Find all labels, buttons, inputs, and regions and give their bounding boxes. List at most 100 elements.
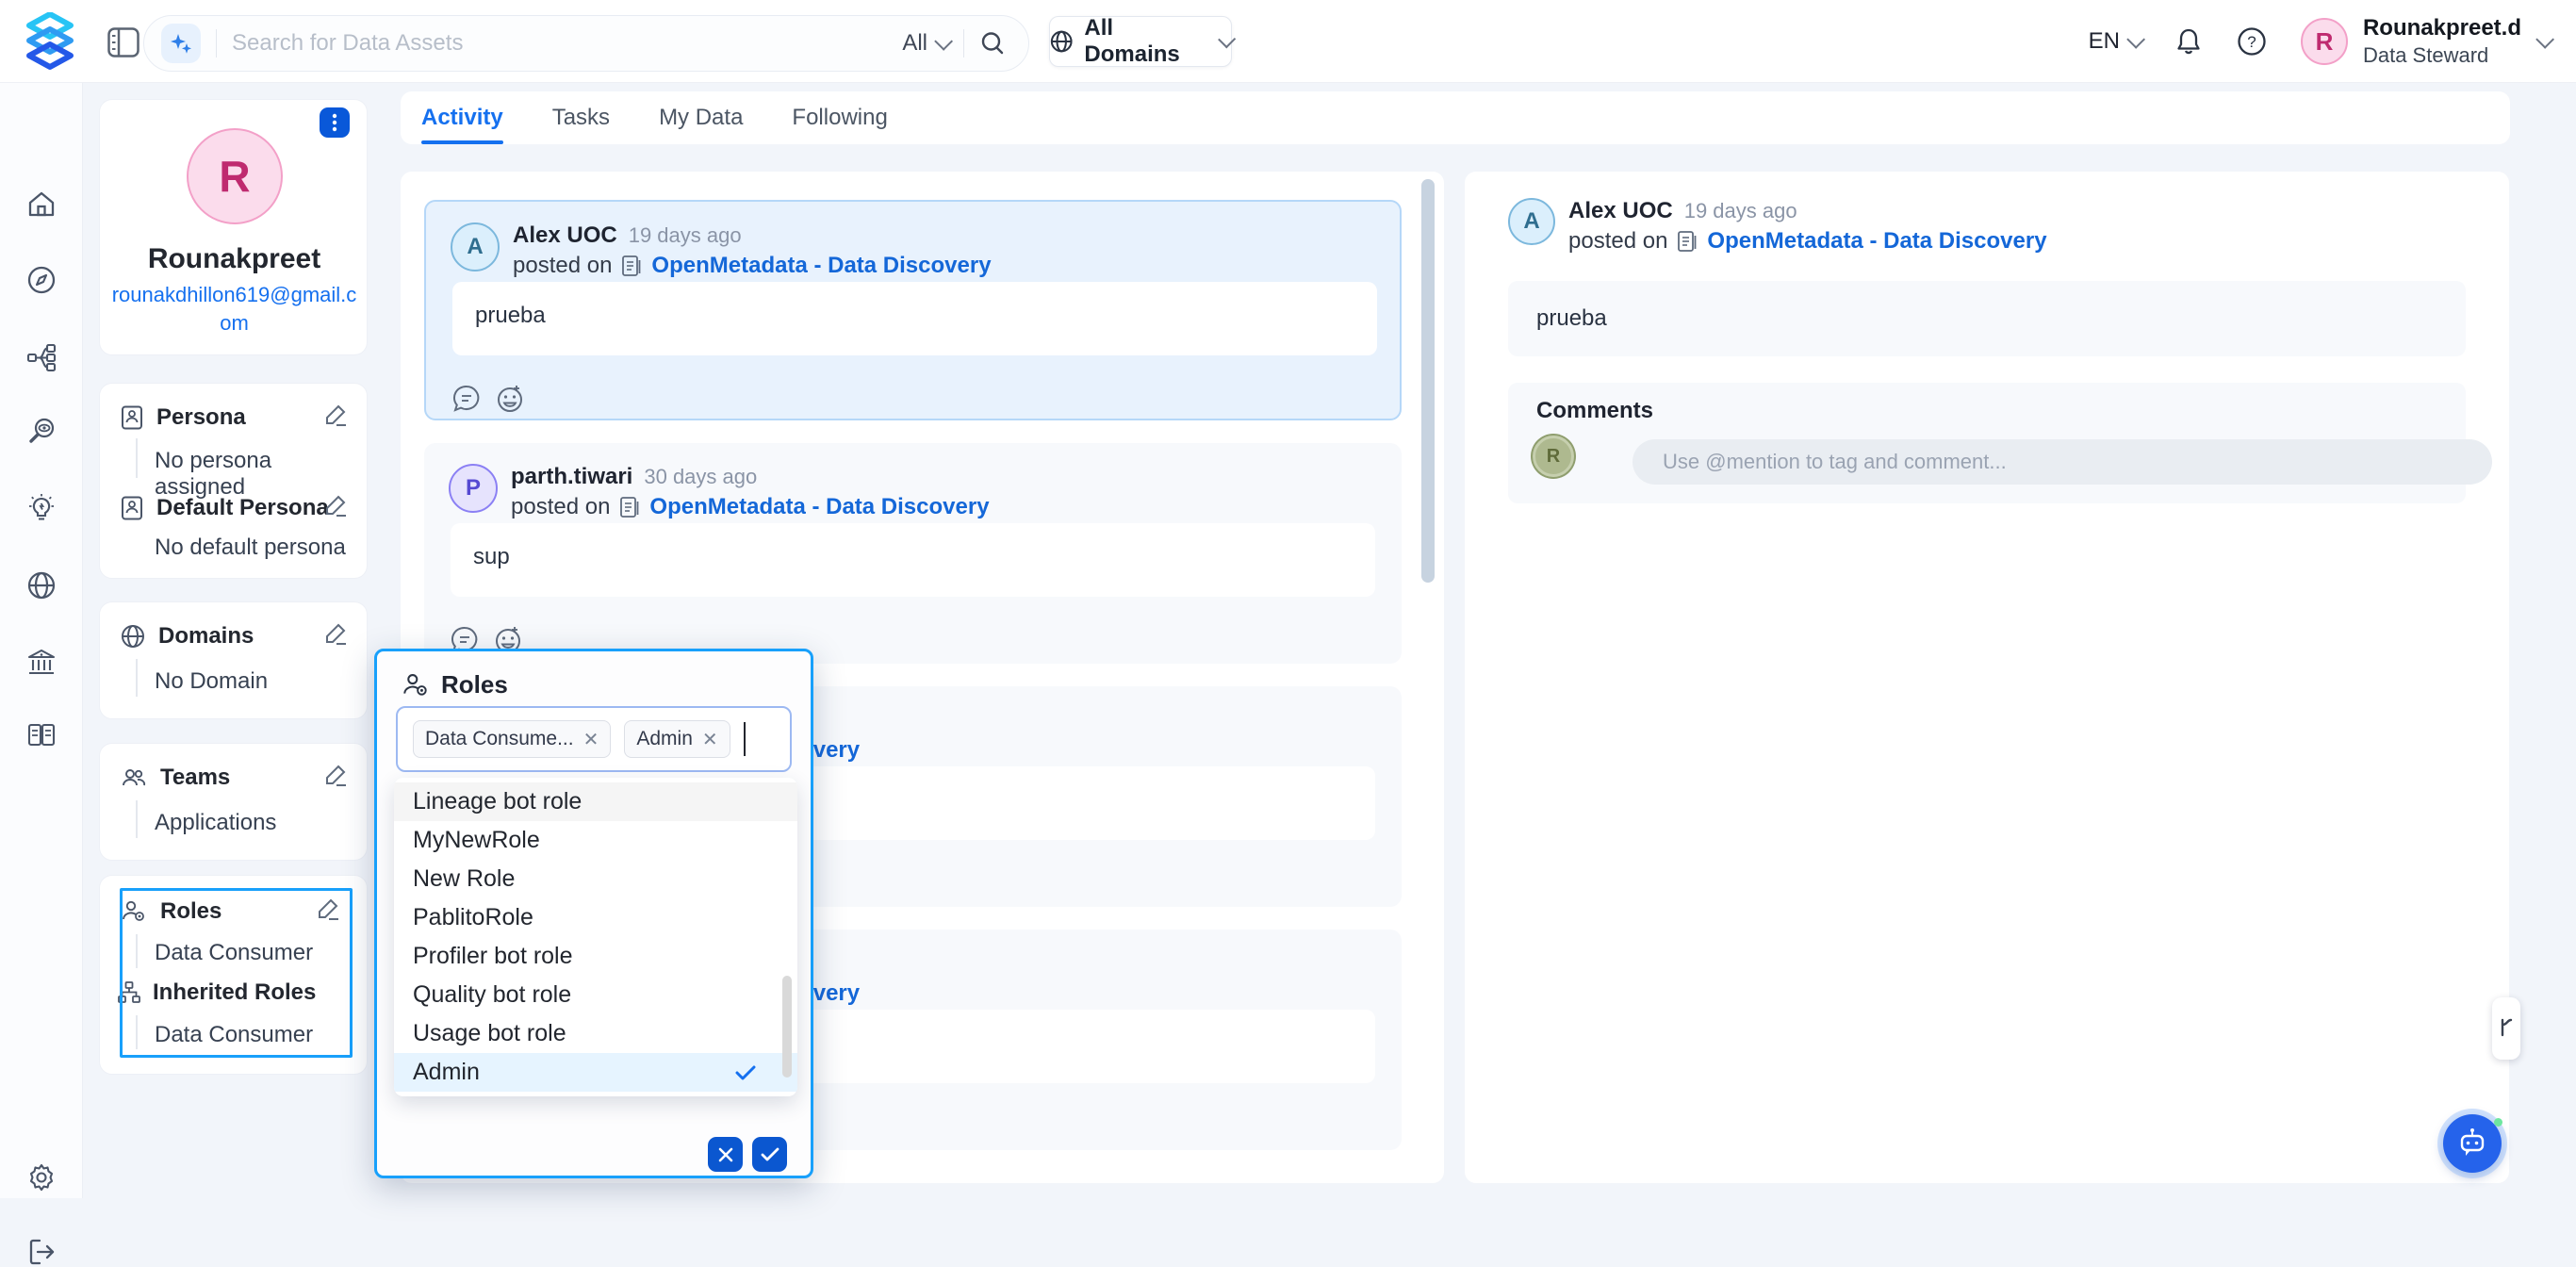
chevron-down-icon [1218, 30, 1236, 48]
user-profile-card: R Rounakpreet rounakdhillon619@gmail.c o… [99, 99, 368, 355]
role-option[interactable]: New Role [394, 860, 797, 898]
cancel-button[interactable] [708, 1137, 743, 1172]
post-header: parth.tiwari 30 days ago [511, 464, 757, 490]
profile-email[interactable]: rounakdhillon619@gmail.c om [100, 281, 369, 337]
post-timestamp: 30 days ago [644, 465, 757, 489]
all-domains-dropdown[interactable]: All Domains [1049, 16, 1232, 67]
sidebar-toggle-icon[interactable] [107, 27, 139, 58]
tab-following[interactable]: Following [792, 91, 887, 144]
role-option[interactable]: Usage bot role [394, 1014, 797, 1053]
feed-scrollbar[interactable] [1421, 179, 1435, 583]
comment-icon[interactable] [451, 383, 484, 417]
role-option[interactable]: PablitoRole [394, 898, 797, 937]
role-option-selected[interactable]: Admin [394, 1053, 797, 1092]
widget-glyph-icon [2500, 1018, 2513, 1037]
settings-gear-icon[interactable] [26, 1162, 57, 1193]
global-search-bar[interactable]: All [143, 15, 1029, 72]
roles-multiselect-input[interactable]: Data Consume... ✕ Admin ✕ [396, 706, 792, 772]
glossary-book-icon[interactable] [26, 720, 57, 750]
search-input[interactable] [232, 30, 902, 57]
user-menu[interactable]: R Rounakpreet.d Data Steward [2301, 14, 2550, 69]
edit-roles-icon[interactable] [316, 897, 340, 921]
avatar-initial: R [1547, 446, 1560, 468]
logout-icon[interactable] [26, 1237, 57, 1267]
comments-title: Comments [1536, 398, 1653, 424]
feed-post-1[interactable]: A Alex UOC 19 days ago posted on OpenMet… [424, 200, 1402, 420]
chevron-down-icon [934, 32, 953, 51]
tab-tasks[interactable]: Tasks [552, 91, 610, 144]
observability-icon[interactable] [26, 417, 57, 447]
popup-header: Roles [402, 670, 508, 699]
post-message-text: sup [473, 544, 510, 569]
notifications-bell-icon[interactable] [2174, 26, 2203, 57]
remove-chip-icon[interactable]: ✕ [583, 728, 599, 751]
post-target-link[interactable]: OpenMetadata - Data Discovery [651, 253, 991, 279]
post-header: Alex UOC 19 days ago [513, 222, 742, 249]
document-icon [1677, 230, 1698, 253]
search-scope-dropdown[interactable]: All [902, 30, 948, 57]
home-icon[interactable] [26, 189, 57, 220]
explore-compass-icon[interactable] [26, 265, 57, 295]
profile-name: Rounakpreet [100, 243, 369, 275]
selected-role-chip[interactable]: Data Consume... ✕ [413, 720, 611, 758]
role-option[interactable]: MyNewRole [394, 821, 797, 860]
chevron-down-icon [2126, 30, 2145, 49]
data-flow-icon[interactable] [26, 342, 57, 372]
role-option[interactable]: Lineage bot role [394, 782, 797, 821]
dropdown-scrollbar[interactable] [782, 976, 792, 1078]
user-role: Data Steward [2363, 42, 2521, 69]
insights-bulb-icon[interactable] [26, 493, 57, 523]
collapsed-widget-tab[interactable] [2492, 997, 2520, 1060]
confirm-button[interactable] [752, 1137, 787, 1172]
thread-target-link[interactable]: OpenMetadata - Data Discovery [1707, 228, 2046, 255]
selected-role-chip[interactable]: Admin ✕ [624, 720, 730, 758]
comment-input-pill[interactable] [1633, 439, 2492, 485]
roles-icon [402, 672, 430, 699]
edit-default-persona-icon[interactable] [323, 493, 348, 518]
domains-globe-icon[interactable] [26, 570, 57, 601]
chip-label: Admin [636, 728, 693, 750]
tab-tasks-label: Tasks [552, 105, 610, 131]
teams-header: Teams [121, 765, 230, 791]
thread-author-avatar: A [1508, 198, 1555, 245]
search-icon[interactable] [979, 30, 1006, 57]
role-option[interactable]: Profiler bot role [394, 937, 797, 976]
ai-sparkle-icon[interactable] [161, 24, 201, 63]
thread-message-text: prueba [1536, 305, 1607, 331]
help-icon[interactable]: ? [2237, 26, 2267, 57]
tab-following-label: Following [792, 105, 887, 131]
role-option[interactable]: Quality bot role [394, 976, 797, 1014]
post-message-text: prueba [475, 303, 546, 328]
comment-input[interactable] [1663, 450, 2454, 474]
role-option-label: Lineage bot role [413, 788, 582, 815]
domains-card: Domains No Domain [99, 601, 368, 719]
globe-icon [1050, 29, 1073, 54]
edit-domains-icon[interactable] [323, 621, 348, 646]
remove-chip-icon[interactable]: ✕ [702, 728, 718, 751]
domains-header: Domains [121, 623, 254, 650]
feed-post-2[interactable]: P parth.tiwari 30 days ago posted on Ope… [424, 443, 1402, 664]
tab-activity-label: Activity [421, 105, 503, 131]
post-target-link[interactable]: OpenMetadata - Data Discovery [649, 494, 989, 520]
edit-persona-icon[interactable] [323, 403, 348, 427]
roles-value: Data Consumer [155, 940, 313, 966]
post-message: sup [451, 523, 1375, 597]
tab-my-data[interactable]: My Data [659, 91, 743, 144]
tab-activity[interactable]: Activity [421, 91, 503, 144]
openmetadata-logo[interactable] [24, 12, 76, 71]
chip-label: Data Consume... [425, 728, 574, 750]
role-option-label: Quality bot role [413, 981, 571, 1009]
profile-more-menu-button[interactable] [320, 107, 350, 138]
search-divider [216, 29, 217, 58]
close-icon [717, 1146, 734, 1163]
governance-bank-icon[interactable] [26, 647, 57, 677]
post-timestamp: 19 days ago [629, 223, 742, 248]
popup-title: Roles [441, 670, 508, 699]
language-dropdown[interactable]: EN [2089, 28, 2141, 55]
role-option-label: Profiler bot role [413, 943, 573, 970]
support-chatbot-button[interactable] [2443, 1114, 2502, 1173]
add-reaction-icon[interactable] [494, 383, 528, 417]
comment-avatar: R [1533, 436, 1574, 477]
edit-teams-icon[interactable] [323, 763, 348, 787]
user-avatar-initial: R [2316, 27, 2334, 57]
